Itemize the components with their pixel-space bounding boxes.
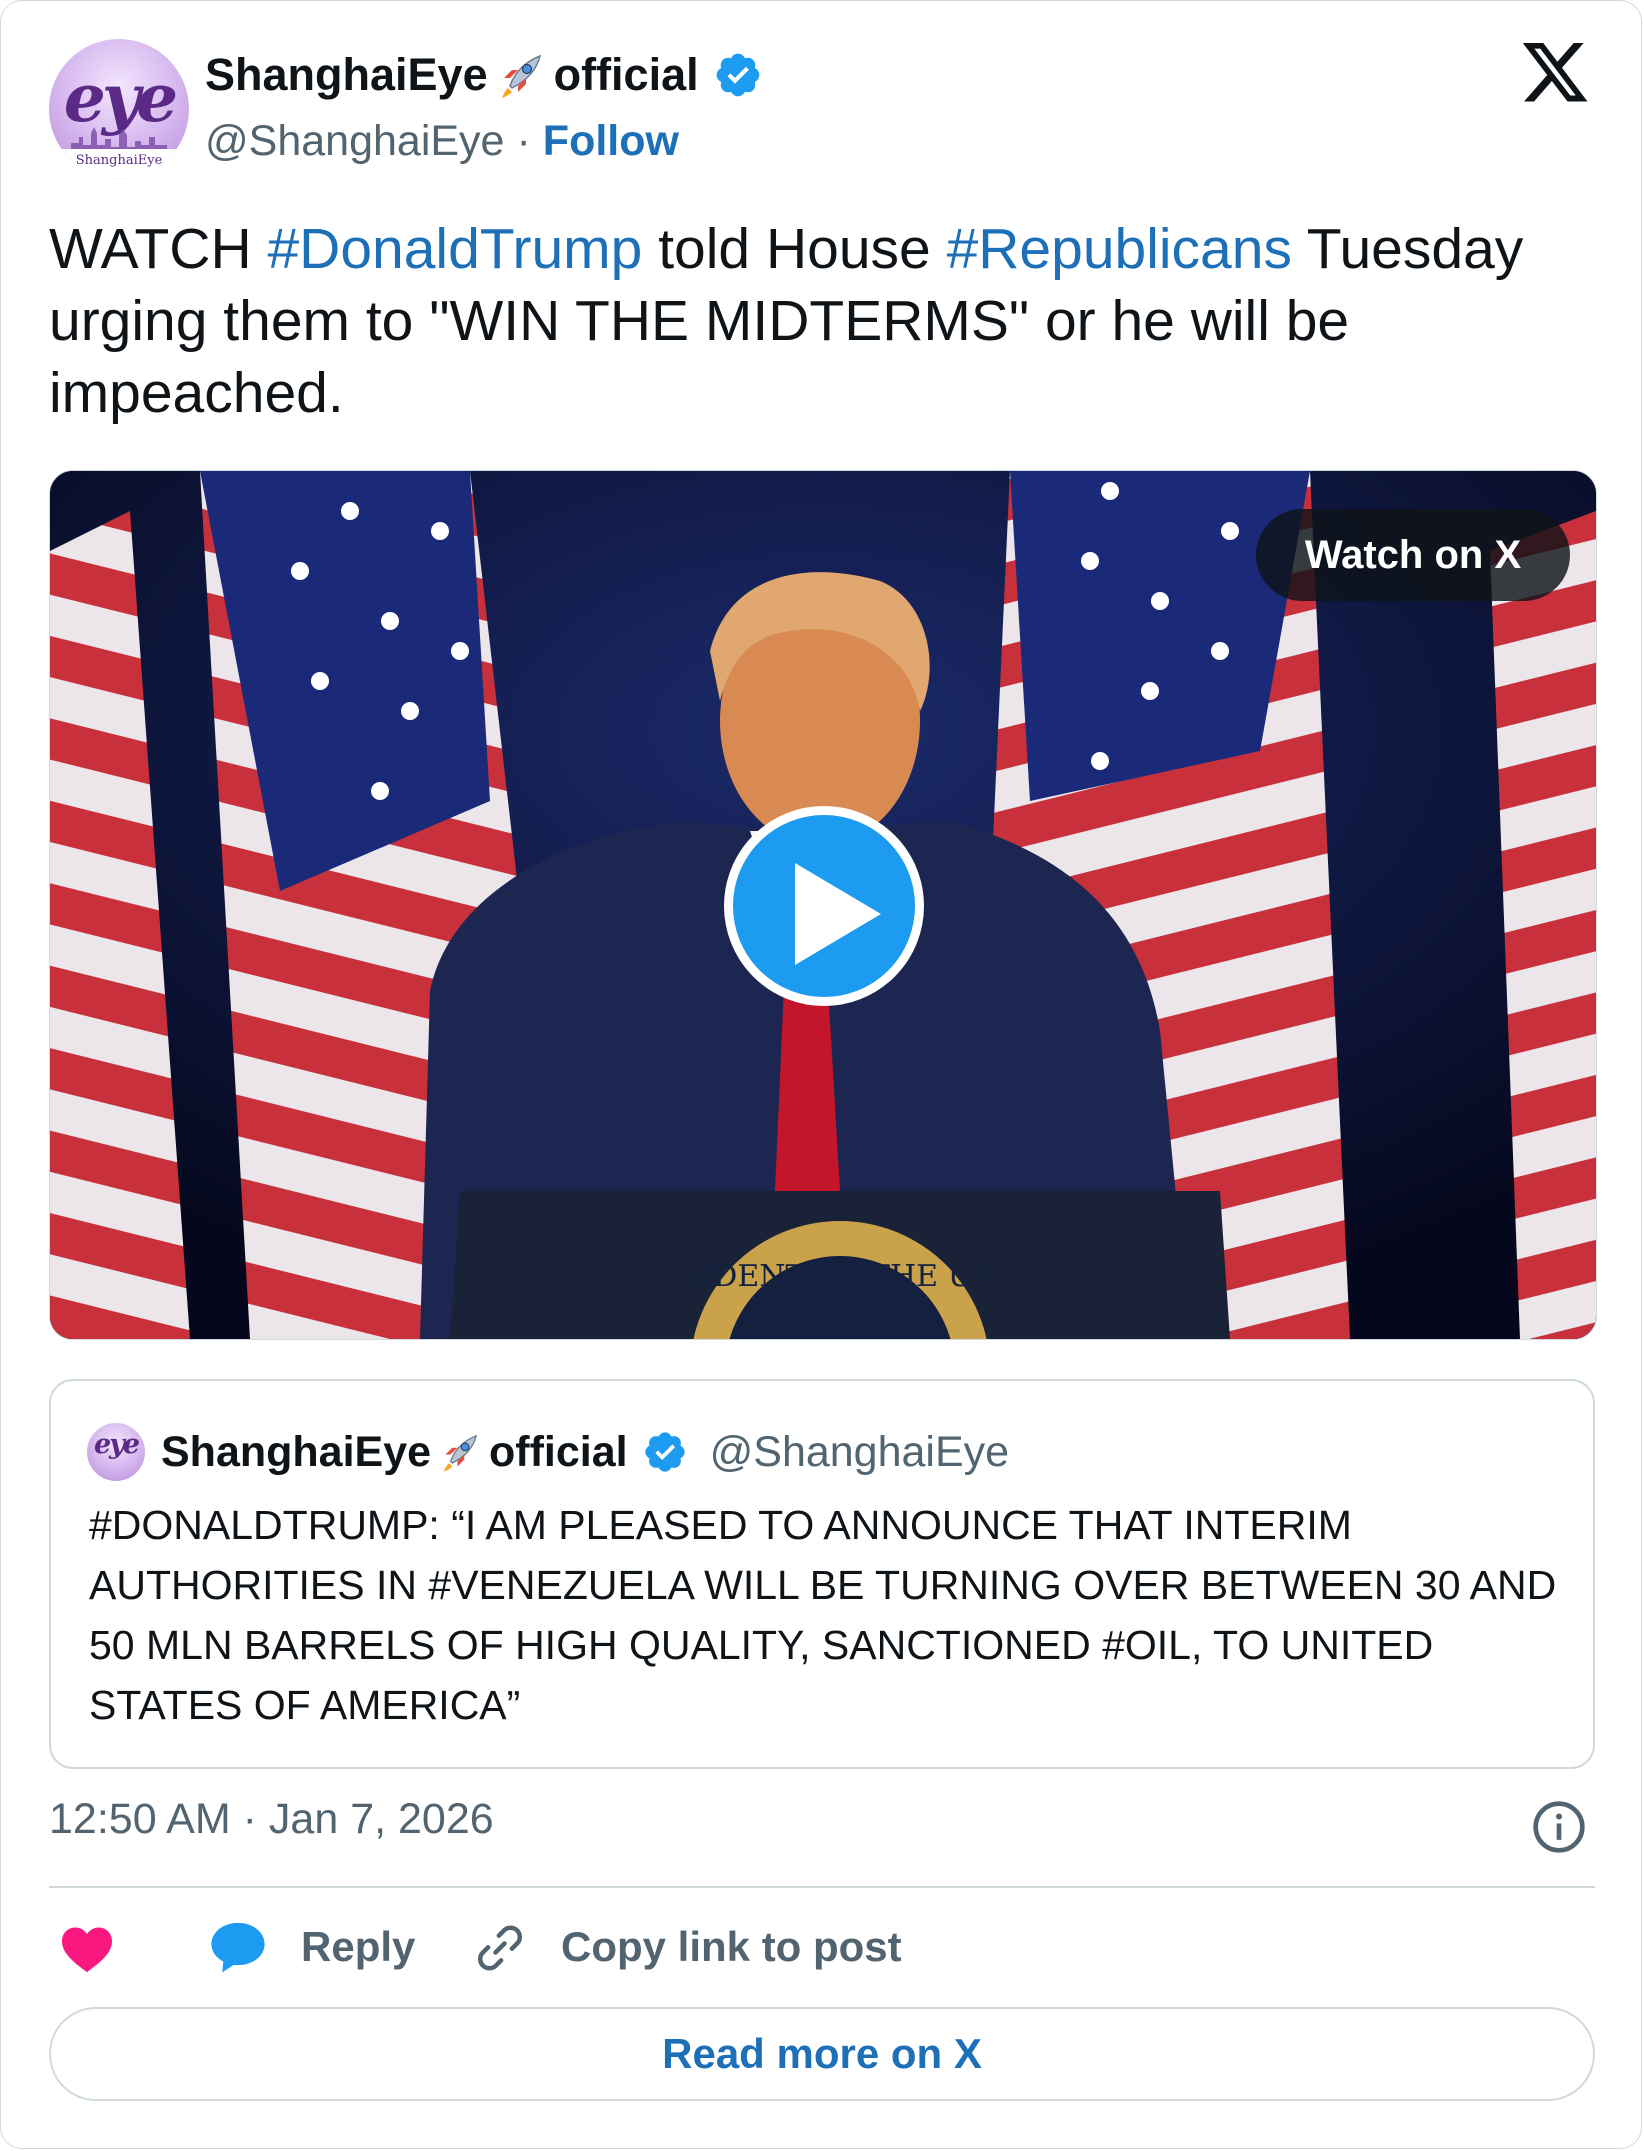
verified-badge-icon [716, 53, 759, 97]
hashtag-link[interactable]: #Republicans [947, 217, 1292, 281]
timestamp-separator: · [242, 1795, 257, 1843]
info-icon[interactable] [1531, 1799, 1587, 1855]
author-handle-row: @ShanghaiEye · Follow [205, 113, 679, 169]
divider [49, 1886, 1595, 1888]
avatar-ribbon: ShanghaiEye [49, 149, 189, 179]
quoted-author-handle: @ShanghaiEye [709, 1427, 1010, 1476]
skyline-graphic [71, 127, 167, 151]
handle-separator: · [516, 116, 531, 165]
read-more-button[interactable]: Read more on X [49, 2007, 1595, 2101]
author-handle[interactable]: @ShanghaiEye [205, 117, 504, 166]
post-timestamp[interactable]: 12:50 AM · Jan 7, 2026 [49, 1795, 494, 1844]
author-avatar[interactable]: eye ShanghaiEye [49, 39, 189, 179]
post-text-segment: told House [642, 217, 947, 281]
quoted-author-name-suffix: official [489, 1427, 628, 1476]
quoted-post[interactable]: eye ShanghaiEye official @ShanghaiEye #D… [49, 1379, 1595, 1769]
rocket-icon [443, 1434, 478, 1472]
play-button[interactable] [724, 806, 924, 1006]
video-media[interactable]: SIDENT OF THE UN Watch on X [49, 470, 1597, 1340]
post-date: Jan 7, 2026 [268, 1795, 494, 1843]
quoted-avatar-logo: eye [93, 1429, 140, 1460]
post-time: 12:50 AM [49, 1795, 231, 1843]
author-name[interactable]: ShanghaiEye [205, 49, 488, 101]
action-bar: Reply Copy link to post [49, 1915, 1595, 1979]
reply-button[interactable]: Reply [301, 1915, 415, 1979]
reply-bubble-icon[interactable] [209, 1919, 267, 1975]
watch-on-x-button[interactable]: Watch on X [1256, 509, 1570, 601]
x-logo-icon[interactable] [1519, 43, 1591, 109]
post-text: WATCH #DonaldTrump told House #Republica… [49, 213, 1609, 429]
verified-badge-icon [644, 1432, 685, 1472]
hashtag-link[interactable]: #DonaldTrump [267, 217, 642, 281]
play-icon [795, 863, 881, 965]
link-icon[interactable] [473, 1921, 527, 1975]
quoted-author-name: ShanghaiEye [161, 1427, 432, 1476]
author-name-row[interactable]: ShanghaiEye official [205, 47, 763, 103]
post-text-segment: WATCH [49, 217, 268, 281]
quoted-post-text: #DONALDTRUMP: “I AM PLEASED TO ANNOUNCE … [89, 1502, 1557, 1728]
author-name-suffix[interactable]: official [554, 49, 699, 101]
quoted-author-avatar: eye [87, 1423, 145, 1481]
embedded-post-card: eye ShanghaiEye ShanghaiEye official @Sh… [0, 0, 1642, 2149]
rocket-icon [501, 54, 541, 98]
follow-button[interactable]: Follow [543, 117, 679, 166]
quoted-post-header: eye ShanghaiEye official @ShanghaiEye [87, 1417, 1009, 1487]
heart-icon[interactable] [59, 1923, 115, 1973]
podium-seal-text: SIDENT OF THE UN [681, 1259, 999, 1294]
copy-link-button[interactable]: Copy link to post [561, 1915, 902, 1979]
